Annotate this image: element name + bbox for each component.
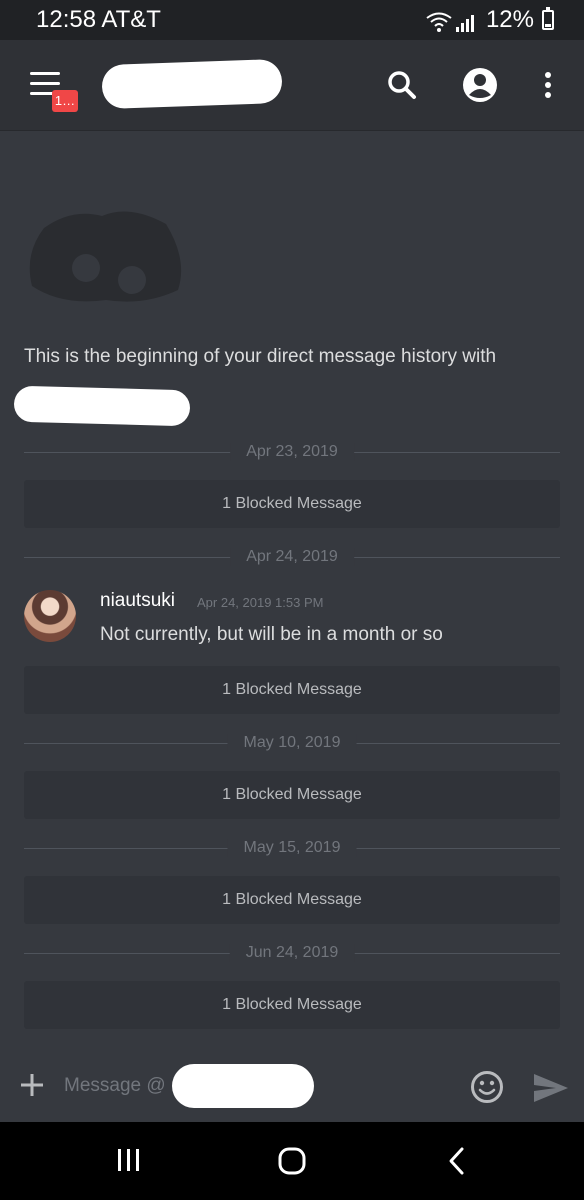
wifi-icon (426, 12, 452, 32)
status-bar: 12:58 AT&T 12% (0, 0, 584, 40)
date-label: May 15, 2019 (227, 839, 357, 857)
dm-intro-text: This is the beginning of your direct mes… (24, 346, 497, 367)
signal-icons (426, 8, 478, 32)
date-label: Apr 24, 2019 (230, 548, 354, 566)
search-icon[interactable] (382, 65, 422, 105)
date-divider: May 10, 2019 (24, 733, 560, 753)
android-nav-bar (0, 1122, 584, 1200)
date-divider: Apr 24, 2019 (24, 547, 560, 567)
status-time: 12:58 AT&T (36, 6, 161, 33)
status-right: 12% (426, 6, 554, 34)
blocked-message[interactable]: 1 Blocked Message (24, 981, 560, 1029)
home-icon[interactable] (277, 1146, 307, 1176)
date-divider: Jun 24, 2019 (24, 943, 560, 963)
notification-badge: 1… (52, 90, 78, 112)
date-label: Jun 24, 2019 (229, 944, 355, 962)
avatar[interactable] (24, 590, 76, 642)
discord-logo-icon (29, 211, 182, 302)
menu-icon-bar (30, 82, 60, 85)
emoji-icon[interactable] (470, 1070, 504, 1104)
redacted-recipient (172, 1064, 314, 1108)
blocked-message[interactable]: 1 Blocked Message (24, 771, 560, 819)
message-author[interactable]: niautsuki (100, 590, 175, 612)
date-label: Apr 23, 2019 (230, 443, 354, 461)
date-divider: Apr 23, 2019 (24, 442, 560, 462)
battery-icon (542, 7, 554, 30)
cell-signal-icon (455, 15, 474, 32)
send-icon[interactable] (532, 1072, 570, 1104)
app-header: 1… (0, 40, 584, 131)
plus-icon[interactable] (20, 1073, 44, 1097)
blocked-message[interactable]: 1 Blocked Message (24, 480, 560, 528)
menu-icon (30, 72, 60, 75)
recent-apps-icon[interactable] (114, 1146, 144, 1176)
redacted-channel-name (101, 58, 283, 110)
blocked-message[interactable]: 1 Blocked Message (24, 876, 560, 924)
battery-percent: 12% (485, 6, 534, 33)
message-text[interactable]: Not currently, but will be in a month or… (100, 624, 443, 646)
account-icon[interactable] (460, 65, 500, 105)
redacted-username (13, 385, 191, 427)
more-vert-icon[interactable] (528, 65, 568, 105)
date-divider: May 15, 2019 (24, 838, 560, 858)
blocked-message[interactable]: 1 Blocked Message (24, 666, 560, 714)
date-label: May 10, 2019 (227, 734, 357, 752)
back-icon[interactable] (442, 1146, 472, 1176)
message-timestamp: Apr 24, 2019 1:53 PM (197, 595, 324, 610)
message-composer: Message @ (0, 1050, 584, 1122)
